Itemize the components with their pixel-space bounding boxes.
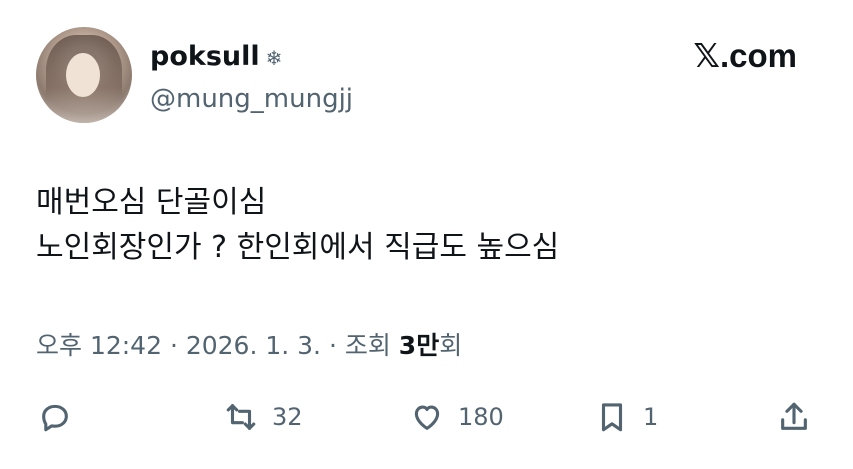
avatar[interactable] bbox=[36, 27, 132, 123]
bookmark-count: 1 bbox=[643, 403, 659, 431]
user-handle[interactable]: @mung_mungjj bbox=[150, 82, 353, 116]
tweet-meta: 오후 12:42 · 2026. 1. 3. · 조회 3만회 bbox=[36, 328, 462, 364]
reply-icon bbox=[42, 404, 68, 432]
display-name-text: poksull bbox=[150, 41, 260, 72]
views-count: 3만 bbox=[398, 331, 440, 360]
views-suffix: 회 bbox=[439, 331, 463, 360]
tweet-actions: 32 180 1 bbox=[0, 392, 853, 442]
like-count: 180 bbox=[458, 403, 504, 431]
timestamp-date[interactable]: 오후 12:42 · 2026. 1. 3. · 조회 bbox=[36, 331, 399, 360]
share-button[interactable] bbox=[777, 392, 811, 442]
snowflake-badge-icon: ❄ bbox=[265, 46, 283, 70]
bookmark-icon bbox=[601, 403, 623, 432]
share-icon bbox=[781, 402, 807, 430]
retweet-button[interactable]: 32 bbox=[224, 392, 303, 442]
heart-icon bbox=[414, 405, 440, 430]
display-name[interactable]: poksull ❄ bbox=[150, 40, 282, 75]
avatar-face bbox=[66, 53, 100, 97]
retweet-count: 32 bbox=[272, 403, 303, 431]
bookmark-button[interactable]: 1 bbox=[595, 392, 658, 442]
tweet-line-1: 매번오심 단골이심 bbox=[36, 185, 267, 220]
like-button[interactable]: 180 bbox=[410, 392, 504, 442]
x-brand-logo: 𝕏.com bbox=[693, 37, 797, 74]
reply-button[interactable] bbox=[38, 392, 72, 442]
tweet-line-2: 노인회장인가 ? 한인회에서 직급도 높으심 bbox=[36, 230, 560, 265]
tweet-text: 매번오심 단골이심 노인회장인가 ? 한인회에서 직급도 높으심 bbox=[36, 180, 559, 270]
retweet-icon bbox=[226, 404, 256, 430]
